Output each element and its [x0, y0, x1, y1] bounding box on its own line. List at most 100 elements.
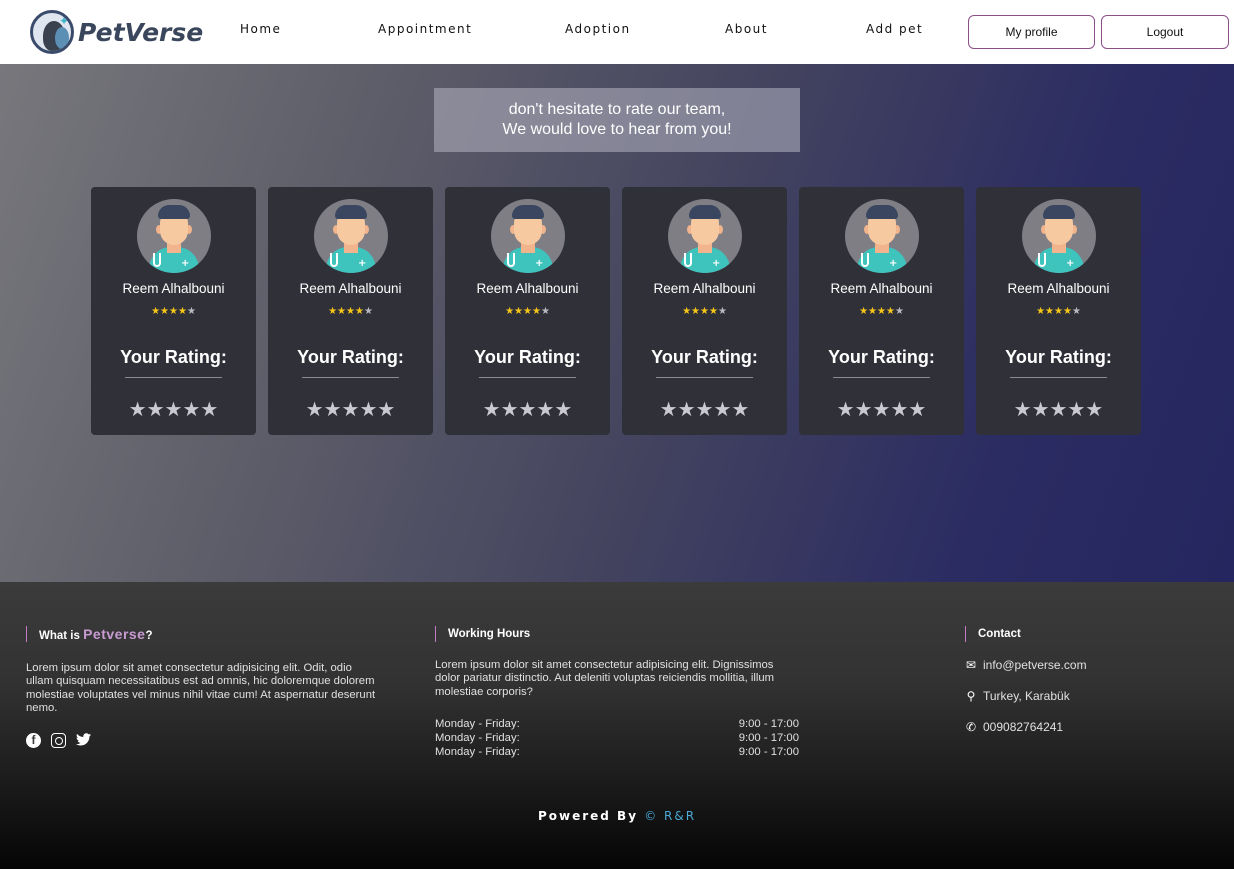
navbar: ✦ PetVerse Home Appointment Adoption Abo… [0, 0, 1234, 64]
rate-star-icon[interactable]: ★ [377, 397, 395, 421]
envelope-icon: ✉ [965, 658, 977, 672]
nav-adoption[interactable]: Adoption [565, 22, 631, 36]
doctor-avatar: + [137, 199, 211, 273]
rate-star-icon[interactable]: ★ [908, 397, 926, 421]
footer-about-heading: What is Petverse? [26, 626, 153, 642]
rating-input-stars[interactable]: ★★★★★ [445, 398, 610, 420]
facebook-icon[interactable]: f [26, 733, 41, 748]
rate-star-icon[interactable]: ★ [165, 397, 183, 421]
current-rating-stars: ★★★★★ [976, 306, 1141, 318]
star-filled-icon: ★ [1062, 306, 1072, 317]
your-rating-label: Your Rating: [474, 347, 581, 367]
nav-add-pet[interactable]: Add pet [866, 22, 923, 36]
rate-star-icon[interactable]: ★ [855, 397, 873, 421]
rate-star-icon[interactable]: ★ [696, 397, 714, 421]
rate-star-icon[interactable]: ★ [554, 397, 572, 421]
star-filled-icon: ★ [346, 306, 355, 317]
rate-star-icon[interactable]: ★ [182, 397, 200, 421]
star-filled-icon: ★ [1054, 306, 1063, 317]
rate-star-icon[interactable]: ★ [1085, 397, 1103, 421]
instagram-icon[interactable] [51, 733, 66, 748]
rating-input-stars[interactable]: ★★★★★ [976, 398, 1141, 420]
footer-hours-heading: Working Hours [435, 626, 530, 642]
your-rating-label: Your Rating: [1005, 347, 1112, 367]
rate-star-icon[interactable]: ★ [359, 397, 377, 421]
current-rating-stars: ★★★★★ [268, 306, 433, 318]
my-profile-button[interactable]: My profile [968, 15, 1095, 49]
divider [302, 377, 399, 378]
hours-row: Monday - Friday: 9:00 - 17:00 [435, 731, 799, 745]
map-pin-icon: ⚲ [966, 689, 976, 703]
hours-time: 9:00 - 17:00 [738, 718, 799, 730]
rating-input-stars[interactable]: ★★★★★ [622, 398, 787, 420]
rating-input-stars[interactable]: ★★★★★ [799, 398, 964, 420]
star-empty-icon: ★ [717, 306, 727, 317]
doctor-avatar: + [1022, 199, 1096, 273]
rate-star-icon[interactable]: ★ [873, 397, 891, 421]
hours-time: 9:00 - 17:00 [738, 732, 799, 744]
nav-about[interactable]: About [725, 22, 768, 36]
working-hours-table: Monday - Friday: 9:00 - 17:00 Monday - Fr… [435, 717, 799, 759]
star-filled-icon: ★ [514, 306, 524, 317]
rate-star-icon[interactable]: ★ [1050, 397, 1068, 421]
powered-prefix: Powered By [537, 809, 645, 823]
your-rating-label: Your Rating: [297, 347, 404, 367]
rating-input-stars[interactable]: ★★★★★ [268, 398, 433, 420]
rate-star-icon[interactable]: ★ [713, 397, 731, 421]
doctor-name: Reem Alhalbouni [299, 281, 402, 296]
hours-day: Monday - Friday: [435, 732, 520, 744]
doctor-avatar: + [314, 199, 388, 273]
social-links: f [26, 733, 91, 748]
rate-star-icon[interactable]: ★ [306, 397, 324, 421]
star-filled-icon: ★ [708, 306, 718, 317]
star-filled-icon: ★ [1045, 306, 1055, 317]
divider [833, 377, 930, 378]
rate-star-icon[interactable]: ★ [1067, 397, 1085, 421]
phone-icon: ✆ [965, 720, 977, 734]
rate-star-icon[interactable]: ★ [129, 397, 147, 421]
star-filled-icon: ★ [523, 306, 532, 317]
star-filled-icon: ★ [160, 306, 170, 317]
twitter-icon[interactable] [76, 733, 91, 748]
rate-star-icon[interactable]: ★ [1032, 397, 1050, 421]
rate-star-icon[interactable]: ★ [678, 397, 696, 421]
rate-star-icon[interactable]: ★ [200, 397, 218, 421]
hours-row: Monday - Friday: 9:00 - 17:00 [435, 745, 799, 759]
divider [656, 377, 753, 378]
doctor-name: Reem Alhalbouni [1007, 281, 1110, 296]
rate-star-icon[interactable]: ★ [731, 397, 749, 421]
rate-star-icon[interactable]: ★ [1014, 397, 1032, 421]
rate-star-icon[interactable]: ★ [536, 397, 554, 421]
nav-appointment[interactable]: Appointment [378, 22, 472, 36]
contact-email[interactable]: ✉ info@petverse.com [965, 658, 1087, 672]
current-rating-stars: ★★★★★ [622, 306, 787, 318]
your-rating-label: Your Rating: [828, 347, 935, 367]
current-rating-stars: ★★★★★ [445, 306, 610, 318]
doctor-name: Reem Alhalbouni [653, 281, 756, 296]
rate-star-icon[interactable]: ★ [342, 397, 360, 421]
contact-phone[interactable]: ✆ 009082764241 [965, 720, 1063, 734]
divider [1010, 377, 1107, 378]
star-filled-icon: ★ [877, 306, 886, 317]
divider [125, 377, 222, 378]
rate-star-icon[interactable]: ★ [501, 397, 519, 421]
star-filled-icon: ★ [868, 306, 878, 317]
rating-input-stars[interactable]: ★★★★★ [91, 398, 256, 420]
rate-star-icon[interactable]: ★ [660, 397, 678, 421]
banner-line-1: don't hesitate to rate our team, [508, 101, 726, 118]
contact-phone-text: 009082764241 [983, 720, 1064, 734]
nav-home[interactable]: Home [240, 22, 281, 36]
star-filled-icon: ★ [505, 306, 515, 317]
rate-star-icon[interactable]: ★ [890, 397, 908, 421]
star-filled-icon: ★ [682, 306, 692, 317]
star-filled-icon: ★ [691, 306, 701, 317]
rate-star-icon[interactable]: ★ [483, 397, 501, 421]
rate-star-icon[interactable]: ★ [324, 397, 342, 421]
logout-button[interactable]: Logout [1101, 15, 1229, 49]
doctor-card: + Reem Alhalbouni ★★★★★ Your Rating: ★★★… [799, 187, 964, 435]
star-empty-icon: ★ [186, 306, 196, 317]
rate-star-icon[interactable]: ★ [147, 397, 165, 421]
rate-star-icon[interactable]: ★ [519, 397, 537, 421]
rate-star-icon[interactable]: ★ [837, 397, 855, 421]
doctor-card: + Reem Alhalbouni ★★★★★ Your Rating: ★★★… [91, 187, 256, 435]
